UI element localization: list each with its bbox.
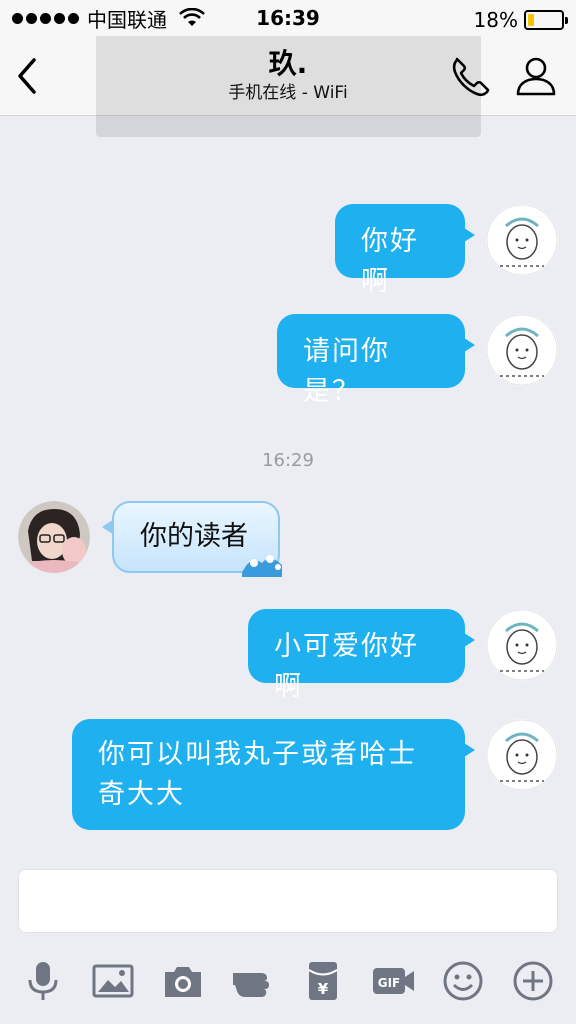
message-text: 请问你是？ <box>303 336 390 407</box>
my-avatar[interactable] <box>486 719 558 791</box>
emoji-button[interactable] <box>439 957 487 1005</box>
gif-icon: GIF <box>373 968 414 994</box>
outgoing-message-bubble[interactable]: 小可爱你好啊 <box>248 609 475 702</box>
chat-title-area[interactable]: 玖. 手机在线 - WiFi <box>120 46 456 104</box>
red-packet-icon: ¥ <box>308 962 338 1000</box>
message-text: 你可以叫我丸子或者哈士奇大大 <box>98 739 417 810</box>
message-text: 小可爱你好啊 <box>274 631 419 702</box>
my-avatar[interactable] <box>486 609 558 681</box>
poke-button[interactable] <box>229 957 277 1005</box>
contact-avatar[interactable] <box>18 501 90 573</box>
message-timestamp: 16:29 <box>262 450 314 471</box>
phone-call-button[interactable] <box>447 52 495 100</box>
carrier-name: 中国联通 <box>87 7 167 32</box>
message-input[interactable] <box>18 869 558 933</box>
wifi-icon <box>179 8 205 26</box>
back-button[interactable] <box>10 54 46 98</box>
my-avatar[interactable] <box>486 204 558 276</box>
outgoing-message-bubble[interactable]: 你好啊 <box>335 204 475 297</box>
message-text: 你的读者 <box>140 521 248 552</box>
contact-profile-button[interactable] <box>512 52 560 100</box>
input-toolbar: ¥ GIF <box>0 948 576 1014</box>
incoming-message-bubble[interactable]: 你的读者 <box>102 501 282 577</box>
wave-decoration-icon <box>242 555 282 577</box>
gif-button[interactable]: GIF <box>369 957 417 1005</box>
cartoon-avatar-icon <box>486 314 558 386</box>
outgoing-message-bubble[interactable]: 请问你是？ <box>277 314 475 407</box>
my-avatar[interactable] <box>486 314 558 386</box>
battery-icon <box>524 10 568 30</box>
message-text: 你好啊 <box>361 226 419 297</box>
cartoon-avatar-icon <box>486 719 558 791</box>
svg-text:¥: ¥ <box>318 980 329 998</box>
emoji-icon <box>443 961 483 1001</box>
plus-icon <box>513 961 553 1001</box>
poke-icon <box>233 973 269 997</box>
image-icon <box>92 964 134 998</box>
cartoon-avatar-icon <box>486 204 558 276</box>
contact-photo-icon <box>18 501 90 573</box>
battery-fill <box>528 14 534 26</box>
chat-message-list[interactable]: 你好啊 请问你是？ 16:29 你的读者 小可爱你好啊 你可以叫我丸子或者哈士奇… <box>0 117 576 863</box>
voice-button[interactable] <box>19 957 67 1005</box>
photo-album-button[interactable] <box>89 957 137 1005</box>
more-button[interactable] <box>509 957 557 1005</box>
signal-strength-icon <box>12 12 79 24</box>
camera-icon <box>165 967 201 997</box>
red-packet-button[interactable]: ¥ <box>299 957 347 1005</box>
outgoing-message-bubble[interactable]: 你可以叫我丸子或者哈士奇大大 <box>72 719 475 830</box>
svg-text:GIF: GIF <box>378 976 401 990</box>
status-bar: 中国联通 16:39 18% <box>0 0 576 36</box>
contact-name: 玖. <box>268 47 308 80</box>
online-status: 手机在线 - WiFi <box>228 83 348 103</box>
microphone-icon <box>28 962 58 1000</box>
battery-percent: 18% <box>473 8 518 32</box>
camera-button[interactable] <box>159 957 207 1005</box>
cartoon-avatar-icon <box>486 609 558 681</box>
